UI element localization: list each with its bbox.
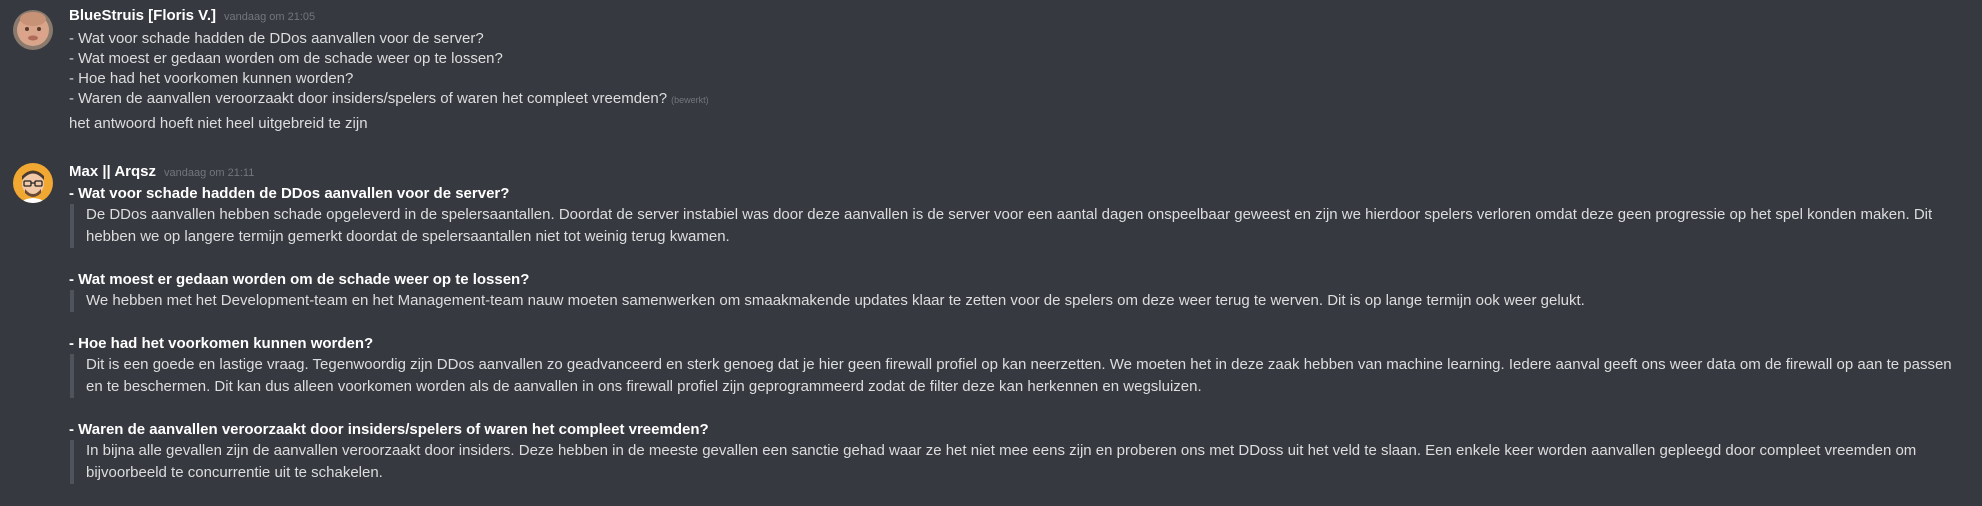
message-header: Max || Arqsz vandaag om 21:11 bbox=[69, 163, 1970, 185]
message-line: - Wat moest er gedaan worden om de schad… bbox=[69, 50, 503, 67]
message-content: Max || Arqsz vandaag om 21:11 - Wat voor… bbox=[69, 155, 1970, 506]
timestamp: vandaag om 21:11 bbox=[164, 167, 255, 179]
username[interactable]: BlueStruis [Floris V.] bbox=[69, 7, 216, 24]
answer-quote: De DDos aanvallen hebben schade opgeleve… bbox=[70, 204, 1966, 248]
answer-quote: We hebben met het Development-team en he… bbox=[70, 290, 1966, 312]
message-body: - Wat voor schade hadden de DDos aanvall… bbox=[69, 29, 1970, 134]
avatar[interactable] bbox=[13, 163, 53, 203]
message-line: - Hoe had het voorkomen kunnen worden? bbox=[69, 70, 354, 87]
message-line-text: - Waren de aanvallen veroorzaakt door in… bbox=[69, 90, 668, 107]
qa-block: - Wat moest er gedaan worden om de schad… bbox=[69, 270, 1970, 312]
question-heading: - Hoe had het voorkomen kunnen worden? bbox=[69, 335, 374, 352]
message-line: - Waren de aanvallen veroorzaakt door in… bbox=[69, 89, 1970, 110]
message-header: BlueStruis [Floris V.] vandaag om 21:05 bbox=[69, 7, 1970, 29]
question-heading: - Wat voor schade hadden de DDos aanvall… bbox=[69, 185, 510, 202]
message-content: BlueStruis [Floris V.] vandaag om 21:05 … bbox=[69, 0, 1970, 134]
edited-label: (bewerkt) bbox=[671, 95, 709, 105]
qa-block: - Wat voor schade hadden de DDos aanvall… bbox=[69, 184, 1970, 248]
avatar[interactable] bbox=[13, 10, 53, 50]
question-heading: - Waren de aanvallen veroorzaakt door in… bbox=[69, 421, 709, 438]
qa-block: - Waren de aanvallen veroorzaakt door in… bbox=[69, 420, 1970, 484]
message-line: - Wat voor schade hadden de DDos aanvall… bbox=[69, 30, 484, 47]
answer-quote: Dit is een goede en lastige vraag. Tegen… bbox=[70, 354, 1966, 398]
username[interactable]: Max || Arqsz bbox=[69, 163, 156, 180]
timestamp: vandaag om 21:05 bbox=[223, 11, 316, 23]
followup-message: het antwoord hoeft niet heel uitgebreid … bbox=[69, 115, 368, 132]
question-heading: - Wat moest er gedaan worden om de schad… bbox=[69, 271, 530, 288]
qa-block: - Hoe had het voorkomen kunnen worden? D… bbox=[69, 334, 1970, 398]
message-body: - Wat voor schade hadden de DDos aanvall… bbox=[69, 184, 1970, 484]
answer-quote: In bijna alle gevallen zijn de aanvallen… bbox=[70, 440, 1966, 484]
